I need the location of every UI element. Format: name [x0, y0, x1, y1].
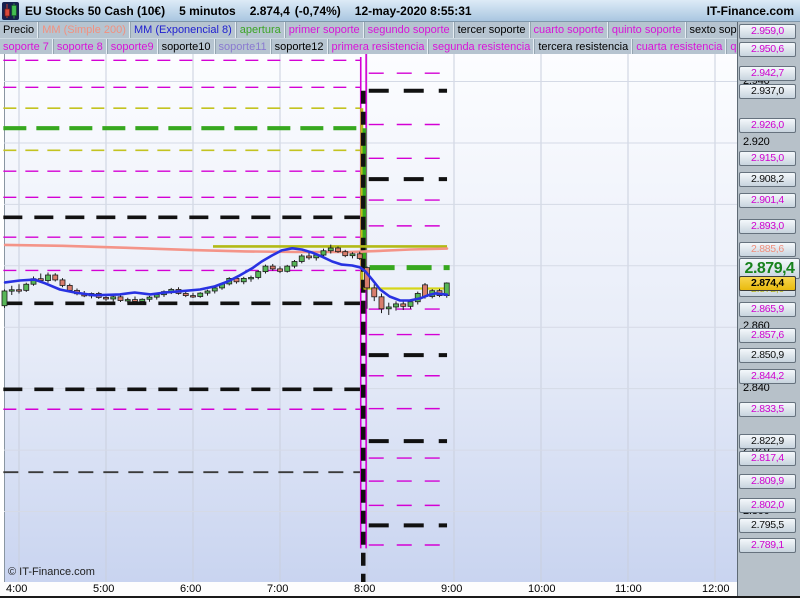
legend-item-soporte10[interactable]: soporte10	[157, 39, 215, 54]
price-label-2-844-2: 2.844,2	[739, 368, 796, 384]
legend-item-primera-resistencia[interactable]: primera resistencia	[327, 39, 429, 54]
legend-item-segundo-soporte[interactable]: segundo soporte	[363, 22, 454, 38]
legend-item-primer-soporte[interactable]: primer soporte	[284, 22, 364, 38]
legend-item-tercer-soporte[interactable]: tercer soporte	[453, 22, 530, 38]
legend-item-mm-simple-200[interactable]: MM (Simple 200)	[38, 22, 130, 38]
x-axis-tick-4-00: 4:00	[6, 583, 28, 595]
price-label-2-822-9: 2.822,9	[739, 434, 796, 450]
legend-item-soporte11[interactable]: soporte11	[214, 39, 271, 54]
legend-item-soporte12[interactable]: soporte12	[270, 39, 328, 54]
timeframe-label: 5 minutos	[179, 3, 236, 18]
x-axis-tick-11-00: 11:00	[615, 583, 642, 595]
header-datetime: 12-may-2020 8:55:31	[354, 3, 472, 18]
price-label-2-950-6: 2.950,6	[739, 41, 796, 57]
x-axis-tick-8-00: 8:00	[354, 583, 376, 595]
legend-item-apertura[interactable]: apertura	[235, 22, 285, 38]
x-axis-tick-9-00: 9:00	[441, 583, 463, 595]
x-axis-tick-6-00: 6:00	[180, 583, 202, 595]
legend-item-quinta-resistencia[interactable]: quinta resistencia	[726, 39, 737, 54]
x-axis-tick-5-00: 5:00	[93, 583, 115, 595]
legend-item-tercera-resistencia[interactable]: tercera resistencia	[534, 39, 633, 54]
price-chart-plot[interactable]	[0, 54, 737, 582]
price-label-2-857-6: 2.857,6	[739, 327, 796, 343]
legend-item-segunda-resistencia[interactable]: segunda resistencia	[428, 39, 535, 54]
price-label-2-850-9: 2.850,9	[739, 348, 796, 364]
time-axis[interactable]: 4:00 5:00 6:00 7:00 8:00 9:00 10:00 11:00 12:00	[0, 582, 737, 596]
trading-chart-app: EU Stocks 50 Cash (10€) 5 minutos 2.874,…	[0, 0, 800, 600]
price-label-2-937-0: 2.937,0	[739, 83, 796, 99]
legend-item-precio[interactable]: Precio	[0, 22, 39, 38]
price-label-2-809-9: 2.809,9	[739, 474, 796, 490]
header-bar: EU Stocks 50 Cash (10€) 5 minutos 2.874,…	[0, 0, 800, 22]
legend-item-soporte-8[interactable]: soporte 8	[52, 39, 107, 54]
legend-row-1: Precio MM (Simple 200) MM (Exponencial 8) a…	[0, 22, 737, 38]
price-label-2-833-5: 2.833,5	[739, 401, 796, 417]
legend-item-cuarta-resistencia[interactable]: cuarta resistencia	[632, 39, 727, 54]
price-label-2-959-0: 2.959,0	[739, 24, 796, 39]
legend-item-sexto-soporte[interactable]: sexto soporte	[685, 22, 737, 38]
legend-item-quinto-soporte[interactable]: quinto soporte	[607, 22, 686, 38]
legend-item-mm-exponencial-8[interactable]: MM (Exponencial 8)	[129, 22, 236, 38]
price-label-2-908-2: 2.908,2	[739, 172, 796, 188]
price-axis[interactable]: 2.9402.9202.9002.8802.8602.8402.8202.800…	[737, 22, 800, 596]
price-label-2-802-0: 2.802,0	[739, 498, 796, 514]
x-axis-tick-12-00: 12:00	[702, 583, 730, 595]
legend-item-soporte-7[interactable]: soporte 7	[0, 39, 53, 54]
price-label-2-885-6: 2.885,6	[739, 241, 796, 257]
header-last-price: 2.874,4	[249, 3, 290, 18]
price-label-2-865-9: 2.865,9	[739, 302, 796, 318]
instrument-title: EU Stocks 50 Cash (10€)	[25, 3, 166, 18]
x-axis-tick-7-00: 7:00	[267, 583, 289, 595]
brand-logo: IT-Finance.com	[706, 3, 794, 18]
price-label-2-817-4: 2.817,4	[739, 451, 796, 467]
legend-row-2: soporte 7 soporte 8 soporte9 soporte10 sopor…	[0, 38, 737, 54]
y-axis-tick-2-920: 2.920	[743, 135, 770, 148]
legend-item-cuarto-soporte[interactable]: cuarto soporte	[529, 22, 608, 38]
price-label-2-795-5: 2.795,5	[739, 518, 796, 534]
legend-item-soporte9[interactable]: soporte9	[106, 39, 158, 54]
x-axis-tick-10-00: 10:00	[528, 583, 556, 595]
price-label-2-893-0: 2.893,0	[739, 218, 796, 234]
price-label-2-942-7: 2.942,7	[739, 66, 796, 82]
copyright-label: © IT-Finance.com	[8, 566, 95, 578]
bottom-border	[0, 596, 800, 598]
price-label-2-926-0: 2.926,0	[739, 117, 796, 133]
header-change-percent: (-0,74%)	[294, 3, 341, 18]
price-label-2-874-4: 2.874,4	[739, 276, 796, 291]
price-label-2-915-0: 2.915,0	[739, 151, 796, 167]
price-label-2-789-1: 2.789,1	[739, 537, 796, 553]
candlestick-icon	[2, 1, 19, 20]
price-label-2-901-4: 2.901,4	[739, 193, 796, 209]
